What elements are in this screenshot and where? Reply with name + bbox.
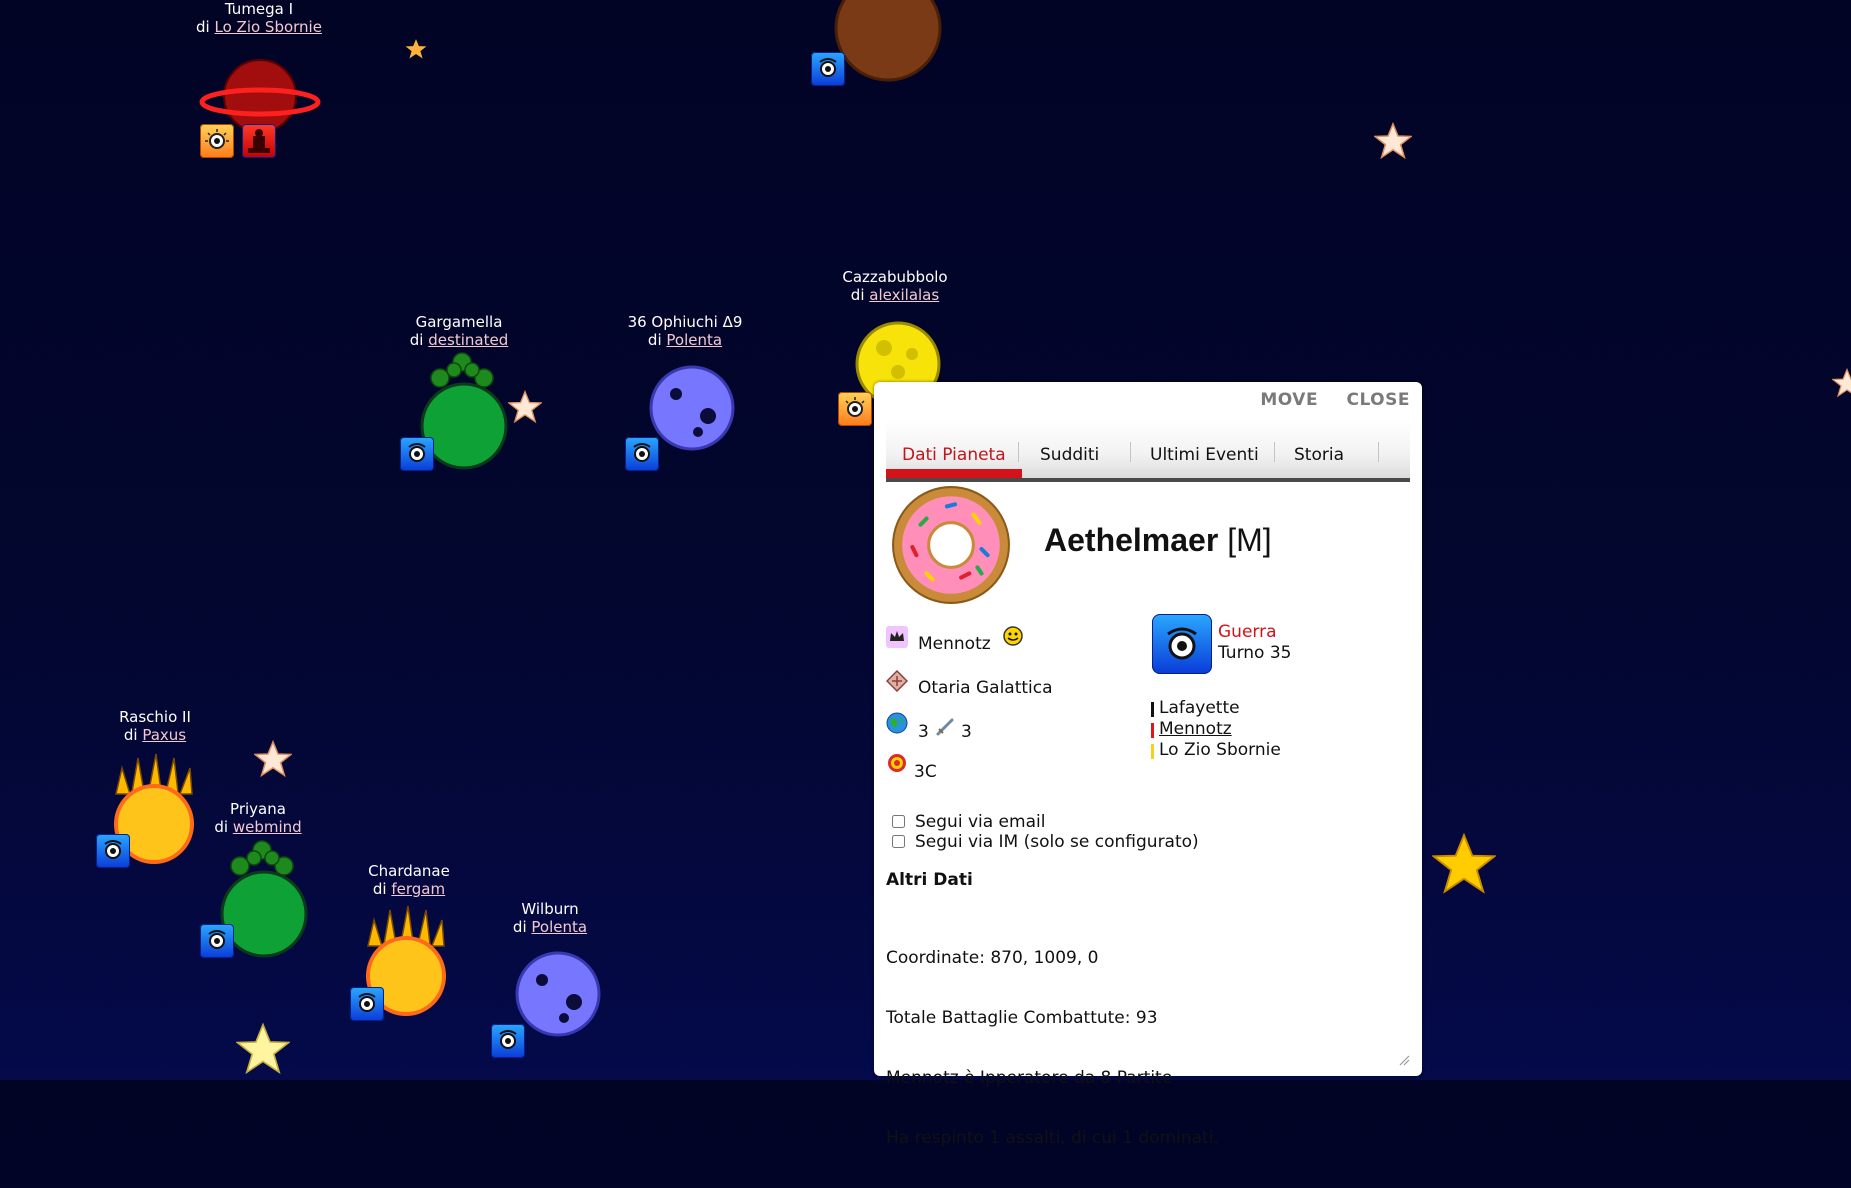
planet-label-cazzabubbolo: Cazzabubbolo di alexilalas (785, 268, 1005, 304)
eye-icon[interactable] (838, 392, 872, 426)
owner-link[interactable]: fergam (391, 880, 445, 898)
crown-icon (886, 626, 908, 648)
planet-name: Chardanae (368, 862, 450, 880)
planet-label-priyana: Priyana di webmind (148, 800, 368, 836)
tab-sudditi[interactable]: Sudditi (1024, 420, 1115, 478)
status-label: Guerra (1218, 622, 1277, 642)
other-data-line: Coordinate: 870, 1009, 0 (886, 948, 1099, 968)
tab-dati-pianeta[interactable]: Dati Pianeta (886, 420, 1022, 478)
planet-name: Raschio II (119, 708, 191, 726)
owner-link[interactable]: Lo Zio Sbornie (215, 18, 322, 36)
eye-icon[interactable] (200, 924, 234, 958)
eye-icon[interactable] (811, 52, 845, 86)
star-icon (508, 390, 542, 424)
eye-icon[interactable] (200, 124, 234, 158)
planet-info-panel: MOVE CLOSE Dati Pianeta Sudditi Ultimi E… (874, 382, 1422, 1148)
tab-divider (1274, 442, 1275, 462)
follow-im-option[interactable]: Segui via IM (solo se configurato) (892, 832, 1199, 852)
ally-item-link[interactable]: Mennotz (1151, 719, 1281, 740)
planet-name: Priyana (230, 800, 286, 818)
resize-handle-icon[interactable] (1398, 1054, 1410, 1066)
planet-name: Gargamella (415, 313, 503, 331)
planet-label-tumega: Tumega I di Lo Zio Sbornie (149, 0, 369, 36)
donut-avatar-icon (892, 486, 1010, 604)
other-data-line: Mennotz è Ipperatore da 8 Partite (886, 1068, 1173, 1088)
war-eye-icon (1152, 614, 1212, 674)
tab-storia[interactable]: Storia (1278, 420, 1360, 478)
race-name: Otaria Galattica (918, 678, 1053, 698)
planet-title: Aethelmaer [M] (1044, 522, 1272, 558)
star-icon (254, 740, 292, 778)
allies-list: Lafayette Mennotz Lo Zio Sbornie (1151, 698, 1281, 761)
star-icon (1432, 832, 1496, 894)
eye-icon[interactable] (350, 987, 384, 1021)
globe-icon (886, 712, 908, 734)
star-icon (1374, 122, 1412, 160)
planet-name: Cazzabubbolo (842, 268, 948, 286)
follow-email-option[interactable]: Segui via email (892, 812, 1199, 832)
planet-name: Tumega I (224, 0, 294, 18)
planet-brown-icon[interactable] (832, 0, 944, 84)
eye-icon[interactable] (625, 437, 659, 471)
planet-blue-icon[interactable] (514, 950, 602, 1038)
owner-link[interactable]: Polenta (666, 331, 722, 349)
close-button[interactable]: CLOSE (1346, 390, 1410, 410)
owner-link[interactable]: alexilalas (869, 286, 939, 304)
turn-label: Turno 35 (1218, 643, 1292, 663)
planet-name: 36 Ophiuchi Δ9 (627, 313, 743, 331)
follow-im-checkbox[interactable] (892, 835, 905, 848)
smiley-icon (1003, 626, 1023, 646)
tab-divider (1378, 442, 1379, 462)
eye-icon[interactable] (491, 1024, 525, 1058)
ally-item: Lafayette (1151, 698, 1281, 719)
panel-controls: MOVE CLOSE (1238, 390, 1410, 410)
owner-link[interactable]: Paxus (142, 726, 186, 744)
move-button[interactable]: MOVE (1260, 390, 1318, 410)
owner-link[interactable]: Polenta (531, 918, 587, 936)
planet-label-chardanae: Chardanae di fergam (299, 862, 519, 898)
tab-ultimi-eventi[interactable]: Ultimi Eventi (1134, 420, 1275, 478)
tab-divider (1018, 442, 1019, 462)
planet-name: Wilburn (521, 900, 579, 918)
follow-options: Segui via email Segui via IM (solo se co… (892, 812, 1199, 852)
eye-icon[interactable] (96, 834, 130, 868)
ally-item: Lo Zio Sbornie (1151, 740, 1281, 761)
other-data-line: Ha respinto 1 assalti, di cui 1 dominati… (886, 1128, 1219, 1148)
owner-link[interactable]: destinated (428, 331, 508, 349)
other-data-list: Coordinate: 870, 1009, 0 Totale Battagli… (886, 908, 1219, 1188)
follow-email-checkbox[interactable] (892, 815, 905, 828)
owner-link[interactable]: webmind (233, 818, 302, 836)
planet-blue-icon[interactable] (648, 364, 736, 452)
planet-label-raschio: Raschio II di Paxus (45, 708, 265, 744)
star-icon (236, 1022, 290, 1075)
defense-value: 3C (914, 762, 937, 782)
sword-icon (936, 718, 954, 736)
planet-label-ophiuchi: 36 Ophiuchi Δ9 di Polenta (575, 313, 795, 349)
war-status: Guerra Turno 35 (1218, 622, 1291, 664)
planet-label-wilburn: Wilburn di Polenta (440, 900, 660, 936)
planet-label-gargamella: Gargamella di destinated (349, 313, 569, 349)
army-icon[interactable] (242, 124, 276, 158)
star-icon (405, 39, 427, 59)
target-icon (888, 754, 906, 772)
other-data-line: Totale Battaglie Combattute: 93 (886, 1008, 1158, 1028)
planets-count: 3 (918, 722, 929, 742)
other-data-title: Altri Dati (886, 870, 973, 890)
eye-icon[interactable] (400, 437, 434, 471)
ringed-planet-icon[interactable] (198, 58, 322, 132)
race-icon (886, 670, 908, 692)
tab-divider (1130, 442, 1131, 462)
tab-bar: Dati Pianeta Sudditi Ultimi Eventi Stori… (886, 420, 1410, 482)
ships-count: 3 (961, 722, 972, 742)
ruler-name: Mennotz (918, 634, 991, 654)
star-icon (1832, 368, 1851, 398)
